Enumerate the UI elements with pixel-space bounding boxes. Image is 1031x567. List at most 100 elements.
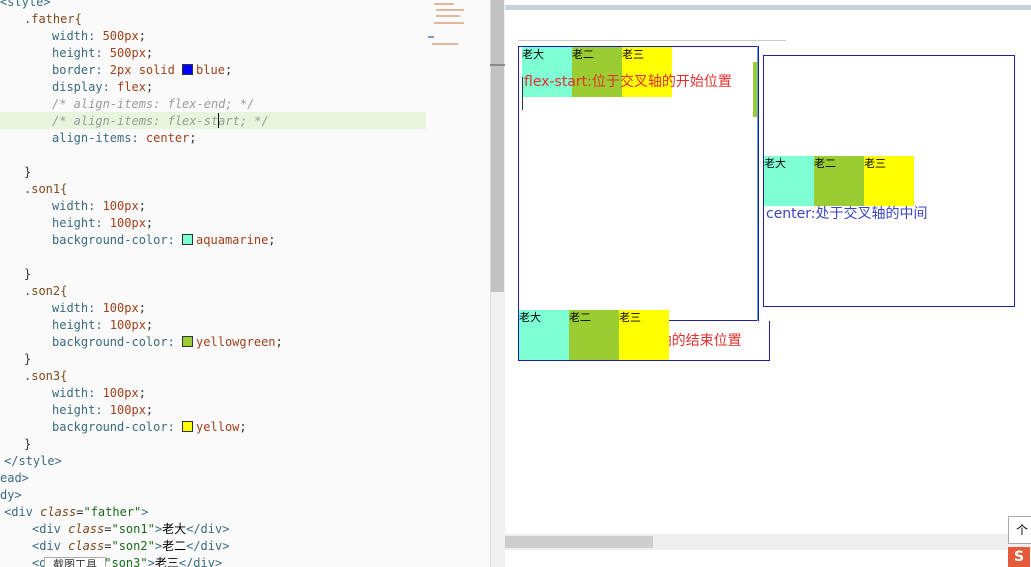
- code-line: }: [0, 436, 31, 453]
- code-token: }: [24, 165, 32, 179]
- code-line: background-color: yellowgreen;: [0, 334, 283, 351]
- divider: [518, 40, 786, 41]
- code-token: >: [147, 556, 155, 567]
- code-line: .father{: [0, 11, 82, 28]
- code-token: "father": [83, 505, 142, 519]
- code-line: /* align-items: flex-end; */: [0, 96, 254, 113]
- code-token: align-items:: [52, 131, 146, 145]
- code-line: width: 500px;: [0, 28, 146, 45]
- baseline-marker: [522, 77, 523, 110]
- code-token: "son2": [111, 539, 155, 553]
- code-token: 老大: [162, 522, 187, 536]
- code-token: display:: [52, 80, 118, 94]
- code-token: height:: [52, 403, 110, 417]
- code-token: 2px solid: [109, 63, 183, 77]
- code-line: ead>: [0, 470, 29, 487]
- code-line: width: 100px;: [0, 385, 146, 402]
- code-line: }: [0, 164, 31, 181]
- preview-top-bar: [505, 5, 1031, 10]
- code-token: ;: [189, 131, 197, 145]
- code-token: <div: [32, 539, 69, 553]
- code-editor[interactable]: <style> .father{width: 500px; height: 500p…: [0, 0, 490, 567]
- code-token: ;: [145, 80, 154, 94]
- code-token: border:: [52, 63, 110, 77]
- code-token: }: [24, 437, 32, 451]
- code-token: flex: [117, 80, 146, 94]
- code-token: <style>: [0, 0, 51, 9]
- code-token: class: [68, 522, 105, 536]
- code-token: "son1": [111, 522, 155, 536]
- son1-box: 老大: [764, 156, 814, 206]
- code-line: dy>: [0, 487, 22, 504]
- code-token: >: [154, 539, 163, 553]
- code-line: height: 500px;: [0, 45, 153, 62]
- code-token: width:: [52, 29, 103, 43]
- code-token: width:: [52, 199, 103, 213]
- code-token: .father{: [24, 12, 82, 26]
- code-token: "son3": [104, 556, 148, 567]
- minimap[interactable]: [428, 0, 468, 60]
- code-token: 100px: [109, 403, 146, 417]
- code-token: ead>: [0, 471, 29, 485]
- color-swatch: [182, 64, 194, 75]
- code-token: class: [40, 505, 77, 519]
- center-container: 老大 老二 老三 center:处于交叉轴的中间: [763, 55, 1015, 307]
- code-token: 老二: [162, 539, 187, 553]
- code-token: background-color:: [52, 233, 183, 247]
- code-token: </div>: [186, 539, 230, 553]
- code-line: width: 100px;: [0, 198, 146, 215]
- browser-preview: 老大 老二 老三 flex-start:位于交叉轴的开始位置 老大 老二 老三 …: [505, 0, 1031, 567]
- code-token: ;: [145, 318, 154, 332]
- code-token: /* align-items: flex-end; */: [52, 97, 255, 111]
- code-token: background-color:: [52, 420, 183, 434]
- code-token: height:: [52, 318, 110, 332]
- corner-button[interactable]: 个: [1008, 516, 1031, 544]
- code-line: <div class="son2">老二</div>: [0, 538, 229, 555]
- code-token: >: [154, 522, 163, 536]
- code-line: align-items: center;: [0, 130, 197, 147]
- code-token: /* align-items: flex-start; */: [52, 114, 269, 128]
- center-caption: center:处于交叉轴的中间: [766, 206, 928, 222]
- color-swatch: [182, 234, 194, 245]
- preview-scrollbar-thumb[interactable]: [505, 536, 653, 548]
- code-line: <div class="father">: [0, 504, 149, 521]
- text-cursor: [218, 113, 219, 128]
- app-logo-icon: S: [1008, 547, 1030, 567]
- flex-start-container: 老大 老二 老三 flex-start:位于交叉轴的开始位置: [518, 46, 759, 321]
- code-token: </div>: [178, 556, 223, 567]
- code-token: <div: [32, 522, 69, 536]
- scrollbar-marker: [490, 64, 505, 66]
- son1-box: 老大: [519, 310, 569, 360]
- code-token: dy>: [0, 488, 22, 502]
- code-token: yellow: [196, 420, 240, 434]
- code-token: ;: [268, 233, 276, 247]
- code-token: 500px: [109, 46, 146, 60]
- code-token: ;: [138, 386, 146, 400]
- code-token: </style>: [4, 454, 62, 468]
- code-line: background-color: yellow;: [0, 419, 247, 436]
- code-token: width:: [52, 386, 103, 400]
- overlap-edge-2: [757, 46, 758, 321]
- code-token: <div: [4, 505, 41, 519]
- son2-box: 老二: [569, 310, 619, 360]
- code-token: 500px: [102, 29, 139, 43]
- code-line: width: 100px;: [0, 300, 146, 317]
- code-token: ;: [138, 29, 146, 43]
- code-token: 100px: [109, 318, 146, 332]
- code-token: ;: [239, 420, 247, 434]
- code-token: ;: [145, 403, 154, 417]
- code-token: aquamarine: [196, 233, 269, 247]
- code-line: background-color: aquamarine;: [0, 232, 276, 249]
- flex-start-caption: flex-start:位于交叉轴的开始位置: [524, 74, 732, 90]
- code-token: height:: [52, 46, 110, 60]
- editor-scrollbar-thumb[interactable]: [491, 0, 504, 292]
- code-token: .son2{: [24, 284, 68, 298]
- code-token: }: [24, 352, 32, 366]
- snipping-tool-tooltip: 截图工具: [44, 557, 106, 567]
- code-token: ;: [275, 335, 283, 349]
- code-line: <div class="son1">老大</div>: [0, 521, 229, 538]
- code-line: .son1{: [0, 181, 67, 198]
- code-token: background-color:: [52, 335, 183, 349]
- code-line: /* align-items: flex-start; */: [0, 113, 269, 130]
- code-token: 100px: [102, 386, 139, 400]
